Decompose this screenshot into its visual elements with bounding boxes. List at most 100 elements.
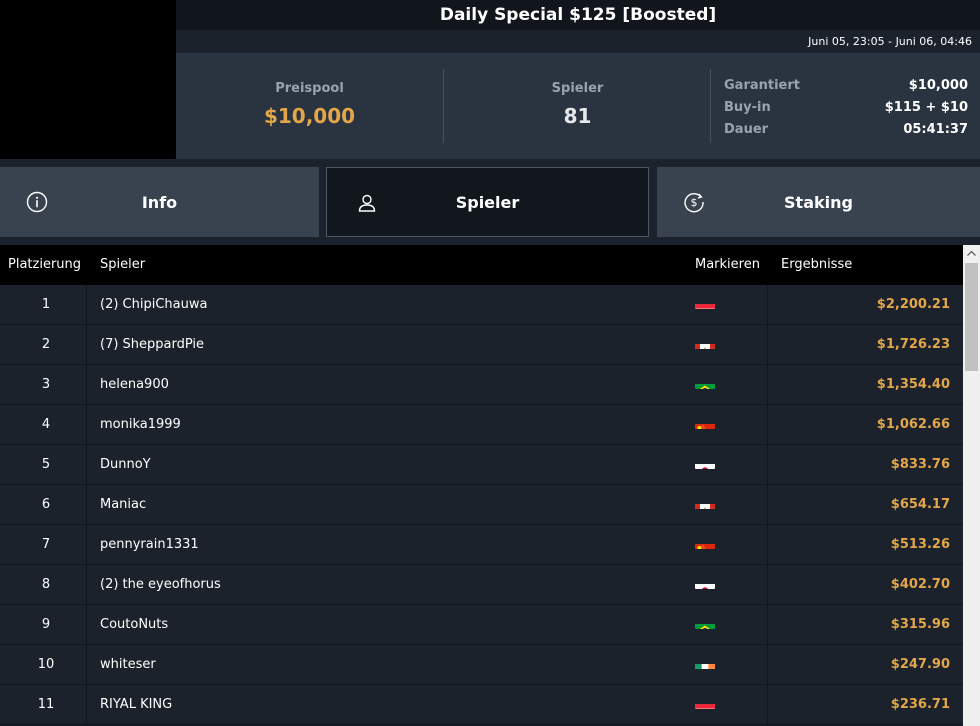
prize-pool-stat: Preispool $10,000 — [176, 53, 443, 159]
detail-duration: Dauer 05:41:37 — [724, 119, 968, 141]
table-row[interactable]: 1 (2) ChipiChauwa $2,200.21 — [0, 285, 963, 325]
result-cell: $236.71 — [890, 697, 950, 712]
user-icon — [358, 194, 376, 212]
player-name-cell[interactable]: (2) the eyeofhorus — [87, 565, 686, 604]
table-row[interactable]: 6 Maniac $654.17 — [0, 485, 963, 525]
players-value: 81 — [563, 104, 592, 128]
detail-buyin: Buy-in $115 + $10 — [724, 97, 968, 119]
table-header: Platzierung Spieler Markieren Ergebnisse — [0, 245, 963, 285]
scrollbar[interactable] — [963, 245, 980, 726]
table-row[interactable]: 8 (2) the eyeofhorus $402.70 — [0, 565, 963, 605]
rank-cell: 8 — [0, 565, 87, 604]
austria-flag-icon — [695, 695, 715, 709]
rank-cell: 7 — [0, 525, 87, 564]
column-header-rank[interactable]: Platzierung — [0, 245, 87, 285]
scroll-up-arrow-icon[interactable] — [963, 245, 980, 262]
result-cell: $2,200.21 — [876, 297, 950, 312]
rank-cell: 1 — [0, 285, 87, 324]
prize-pool-label: Preispool — [275, 81, 344, 96]
player-name-cell[interactable]: (7) SheppardPie — [87, 325, 686, 364]
tab-label: Info — [141, 192, 178, 212]
rank-cell: 11 — [0, 685, 87, 724]
player-name-cell[interactable]: (2) ChipiChauwa — [87, 285, 686, 324]
table-row[interactable]: 2 (7) SheppardPie $1,726.23 — [0, 325, 963, 365]
austria-flag-icon — [695, 295, 715, 309]
brazil-flag-icon — [695, 615, 715, 629]
country-flag-cell — [686, 445, 768, 484]
table-row[interactable]: 3 helena900 $1,354.40 — [0, 365, 963, 405]
dollar-coin-icon: $ — [684, 193, 704, 213]
player-name-cell[interactable]: helena900 — [87, 365, 686, 404]
players-stat: Spieler 81 — [444, 53, 711, 159]
detail-value: $115 + $10 — [884, 100, 968, 115]
divider — [710, 69, 711, 143]
rank-cell: 2 — [0, 325, 87, 364]
tournament-details: Garantiert $10,000 Buy-in $115 + $10 Dau… — [724, 75, 968, 141]
date-range: Juni 05, 23:05 - Juni 06, 04:46 — [176, 30, 980, 53]
china-flag-icon — [695, 535, 715, 549]
player-name-cell[interactable]: CoutoNuts — [87, 605, 686, 644]
player-name-cell[interactable]: DunnoY — [87, 445, 686, 484]
tab-staking[interactable]: $ Staking — [657, 167, 980, 237]
table-row[interactable]: 5 DunnoY $833.76 — [0, 445, 963, 485]
result-cell: $402.70 — [890, 577, 950, 592]
result-cell: $247.90 — [890, 657, 950, 672]
brazil-flag-icon — [695, 375, 715, 389]
rank-cell: 4 — [0, 405, 87, 444]
player-name-cell[interactable]: Maniac — [87, 485, 686, 524]
country-flag-cell — [686, 485, 768, 524]
detail-value: $10,000 — [908, 78, 968, 93]
rank-cell: 9 — [0, 605, 87, 644]
rank-cell: 6 — [0, 485, 87, 524]
canada-flag-icon — [695, 335, 715, 349]
result-cell: $654.17 — [890, 497, 950, 512]
rank-cell: 5 — [0, 445, 87, 484]
result-cell: $1,354.40 — [876, 377, 950, 392]
result-cell: $513.26 — [890, 537, 950, 552]
rank-cell: 3 — [0, 365, 87, 404]
detail-guaranteed: Garantiert $10,000 — [724, 75, 968, 97]
detail-label: Buy-in — [724, 100, 771, 115]
column-header-flag[interactable]: Markieren — [686, 245, 768, 285]
detail-value: 05:41:37 — [903, 122, 968, 137]
players-label: Spieler — [551, 81, 604, 96]
redacted-area — [0, 0, 176, 159]
player-name-cell[interactable]: RIYAL KING — [87, 685, 686, 724]
table-row[interactable]: 9 CoutoNuts $315.96 — [0, 605, 963, 645]
tournament-title: Daily Special $125 [Boosted] — [439, 5, 717, 25]
tab-label: Staking — [784, 192, 853, 212]
country-flag-cell — [686, 285, 768, 324]
column-header-player[interactable]: Spieler — [87, 245, 686, 285]
column-header-result[interactable]: Ergebnisse — [768, 245, 963, 285]
table-row[interactable]: 4 monika1999 $1,062.66 — [0, 405, 963, 445]
canada-flag-icon — [695, 495, 715, 509]
table-row[interactable]: 11 RIYAL KING $236.71 — [0, 685, 963, 725]
player-name-cell[interactable]: whiteser — [87, 645, 686, 684]
country-flag-cell — [686, 405, 768, 444]
svg-text:$: $ — [691, 196, 698, 209]
table-row[interactable]: 7 pennyrain1331 $513.26 — [0, 525, 963, 565]
table-body: 1 (2) ChipiChauwa $2,200.21 2 (7) SheppardPi… — [0, 285, 963, 725]
result-cell: $315.96 — [890, 617, 950, 632]
tournament-lobby: Daily Special $125 [Boosted] Juni 05, 23… — [0, 0, 980, 726]
results-table: Platzierung Spieler Markieren Ergebnisse… — [0, 245, 963, 726]
tab-spieler[interactable]: Spieler — [326, 167, 649, 237]
country-flag-cell — [686, 525, 768, 564]
detail-label: Dauer — [724, 122, 769, 137]
japan-flag-icon — [695, 455, 715, 469]
china-flag-icon — [695, 415, 715, 429]
result-cell: $1,726.23 — [876, 337, 950, 352]
japan-flag-icon — [695, 575, 715, 589]
result-cell: $833.76 — [890, 457, 950, 472]
player-name-cell[interactable]: pennyrain1331 — [87, 525, 686, 564]
country-flag-cell — [686, 565, 768, 604]
tab-label: Spieler — [455, 192, 520, 212]
ireland-flag-icon — [695, 655, 715, 669]
stats-panel: Preispool $10,000 Spieler 81 Garantiert … — [176, 53, 980, 159]
detail-label: Garantiert — [724, 78, 800, 93]
scrollbar-thumb[interactable] — [965, 263, 978, 371]
country-flag-cell — [686, 605, 768, 644]
table-row[interactable]: 10 whiteser $247.90 — [0, 645, 963, 685]
tab-info[interactable]: Info — [0, 167, 319, 237]
player-name-cell[interactable]: monika1999 — [87, 405, 686, 444]
